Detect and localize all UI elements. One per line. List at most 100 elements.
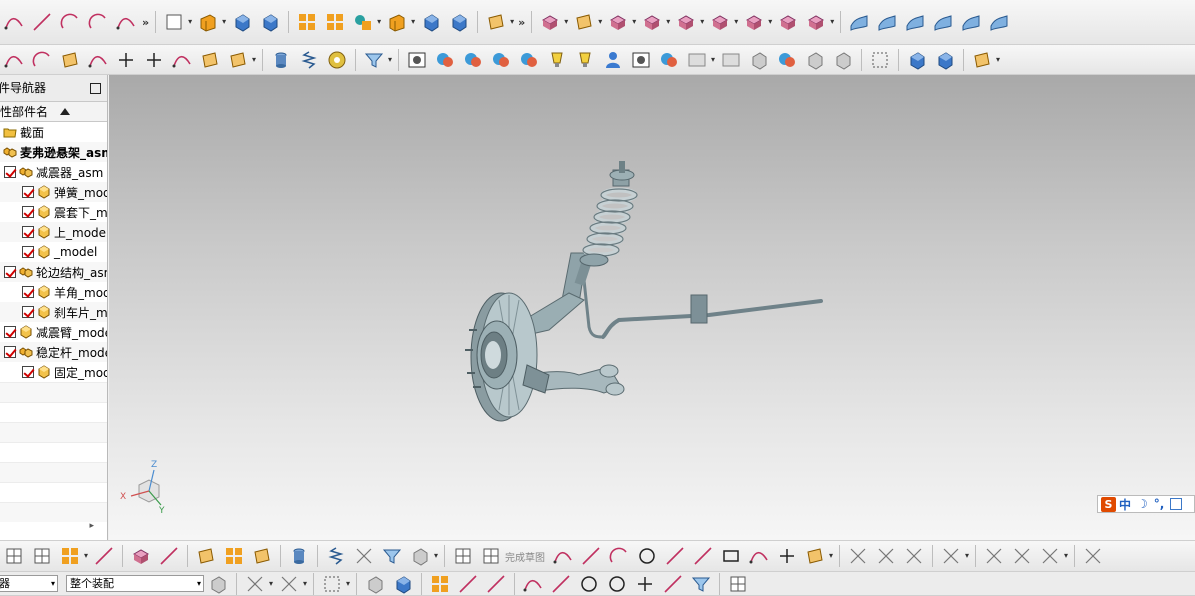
image-icon[interactable] [630,49,652,71]
arc-icon[interactable] [87,11,109,33]
surface-icon[interactable] [932,11,954,33]
dropdown-arrow-icon[interactable]: ▾ [564,17,570,27]
dropdown-arrow-icon[interactable]: ▾ [829,551,835,561]
image-icon[interactable] [406,49,428,71]
face-icon[interactable] [59,49,81,71]
dropdown-arrow-icon[interactable]: ▾ [388,55,394,65]
block-icon[interactable] [906,49,928,71]
dropdown-arrow-icon[interactable]: ▾ [434,551,440,561]
pattern-icon[interactable] [324,11,346,33]
pattern-icon[interactable] [429,573,451,595]
line-icon[interactable] [662,573,684,595]
constraint-icon[interactable] [1082,545,1104,567]
arc-icon[interactable] [31,49,53,71]
surface-icon[interactable] [848,11,870,33]
constraint-icon[interactable] [353,545,375,567]
suspension-model[interactable]: Z X Y [109,75,1195,540]
line-icon[interactable] [550,573,572,595]
visibility-checkbox[interactable] [22,246,34,258]
face-icon[interactable] [573,11,595,33]
frame-icon[interactable] [869,49,891,71]
ime-punctuation-icon[interactable]: °, [1154,497,1165,511]
dropdown-arrow-icon[interactable]: ▾ [303,579,309,589]
render-icon[interactable] [462,49,484,71]
cylinder-icon[interactable] [288,545,310,567]
grid-icon[interactable] [452,545,474,567]
constraint-icon[interactable] [1039,545,1061,567]
assembly-op-icon[interactable] [641,11,663,33]
tree-node[interactable]: 稳定杆_model [0,342,107,362]
assembly-op-icon[interactable] [539,11,561,33]
light-icon[interactable] [546,49,568,71]
dropdown-arrow-icon[interactable]: ▾ [632,17,638,27]
ime-status-bar[interactable]: S 中 ☽ °, [1097,495,1195,513]
curve-icon[interactable] [115,11,137,33]
view-icon[interactable] [686,49,708,71]
point-icon[interactable] [143,49,165,71]
assembly-op-icon[interactable] [607,11,629,33]
dropdown-arrow-icon[interactable]: ▾ [666,17,672,27]
grid-icon[interactable] [3,545,25,567]
constraint-icon[interactable] [875,545,897,567]
point-icon[interactable] [634,573,656,595]
constraint-icon[interactable] [983,545,1005,567]
constraint-icon[interactable] [847,545,869,567]
block-icon[interactable] [392,573,414,595]
tree-node[interactable]: 上_model [0,222,107,242]
block-icon[interactable] [259,11,281,33]
tree-node[interactable]: 弹簧_model [0,182,107,202]
dropdown-arrow-icon[interactable]: ▾ [965,551,971,561]
visibility-checkbox[interactable] [22,306,34,318]
extrude-icon[interactable] [197,11,219,33]
circle-icon[interactable] [578,573,600,595]
face-icon[interactable] [485,11,507,33]
cylinder-icon[interactable] [270,49,292,71]
surface-icon[interactable] [876,11,898,33]
line-icon[interactable] [485,573,507,595]
visibility-checkbox[interactable] [22,206,34,218]
cube-icon[interactable] [748,49,770,71]
visibility-checkbox[interactable] [22,286,34,298]
shape-icon[interactable] [352,11,374,33]
curve-icon[interactable] [748,545,770,567]
tree-node[interactable]: 减震臂_model [0,322,107,342]
face-icon[interactable] [971,49,993,71]
assembly-op-icon[interactable] [805,11,827,33]
visibility-checkbox[interactable] [22,226,34,238]
cube-icon[interactable] [832,49,854,71]
filter-icon[interactable] [381,545,403,567]
dropdown-arrow-icon[interactable]: ▾ [598,17,604,27]
curve-icon[interactable] [87,49,109,71]
selection-scope-select[interactable]: 整个装配 ▾ [66,575,204,592]
tree-node[interactable]: 麦弗逊悬架_asm [0,142,107,162]
dropdown-arrow-icon[interactable]: ▾ [269,579,275,589]
face-icon[interactable] [804,545,826,567]
extrude-icon[interactable] [386,11,408,33]
surface-icon[interactable] [988,11,1010,33]
curve-icon[interactable] [3,11,25,33]
surface-icon[interactable] [904,11,926,33]
grid-icon[interactable] [727,573,749,595]
point-icon[interactable] [776,545,798,567]
pattern-icon[interactable] [223,545,245,567]
curve-icon[interactable] [552,545,574,567]
dropdown-arrow-icon[interactable]: ▾ [377,17,383,27]
render-icon[interactable] [434,49,456,71]
dropdown-arrow-icon[interactable]: ▾ [252,55,258,65]
constraint-icon[interactable] [940,545,962,567]
graphics-viewport[interactable]: Z X Y S 中 ☽ °, [109,75,1195,540]
box-icon[interactable] [163,11,185,33]
dropdown-arrow-icon[interactable]: ▾ [510,17,516,27]
tree-node[interactable]: 轮边结构_asm [0,262,107,282]
curve-icon[interactable] [522,573,544,595]
toolbar-overflow-icon[interactable]: » [518,16,525,29]
render-icon[interactable] [658,49,680,71]
complete-sketch-button[interactable]: 完成草图 [505,549,545,564]
constraint-icon[interactable] [244,573,266,595]
arc-icon[interactable] [608,545,630,567]
tree-node[interactable]: 羊角_model [0,282,107,302]
pattern-icon[interactable] [296,11,318,33]
tree-node[interactable]: 刹车片_model [0,302,107,322]
constraint-icon[interactable] [903,545,925,567]
circle-icon[interactable] [636,545,658,567]
